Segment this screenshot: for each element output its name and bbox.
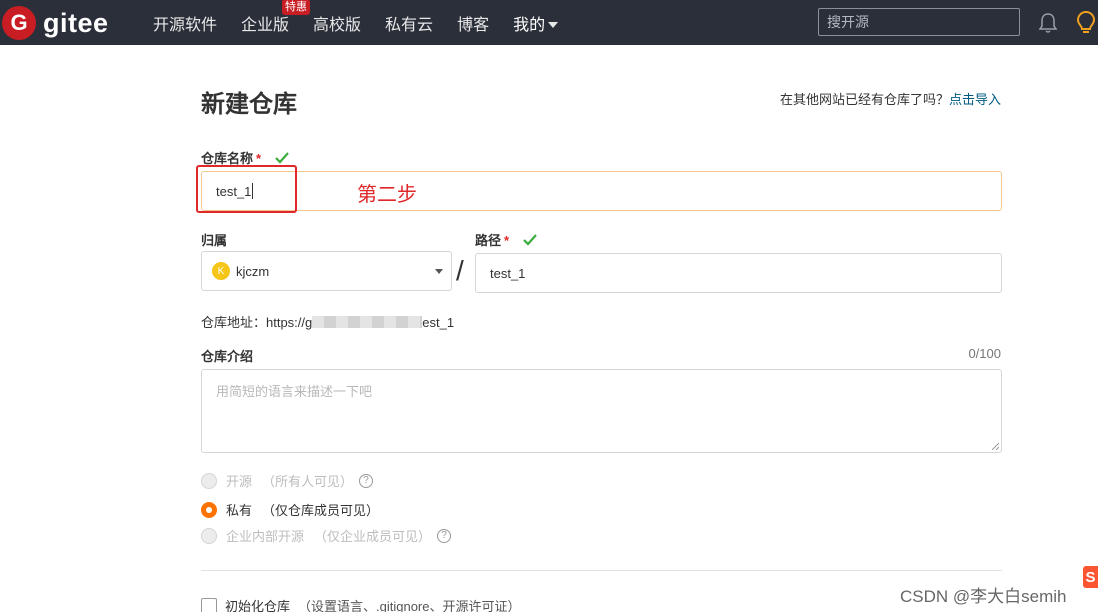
gitee-logo[interactable]: G gitee xyxy=(2,6,109,40)
nav-item-mine[interactable]: 我的 xyxy=(513,11,559,35)
repo-name-input[interactable]: test_1 xyxy=(201,171,1002,211)
visibility-option-internal[interactable]: 企业内部开源 （仅企业成员可见） ? xyxy=(201,526,452,545)
radio-internal-label: 企业内部开源 xyxy=(226,529,305,544)
nav-item-open-source[interactable]: 开源软件 xyxy=(153,11,217,35)
import-link[interactable]: 点击导入 xyxy=(949,92,1001,107)
section-divider xyxy=(201,570,1002,571)
help-icon[interactable]: ? xyxy=(437,528,452,543)
search-input[interactable] xyxy=(818,8,1020,36)
nav-item-mine-label: 我的 xyxy=(513,16,546,34)
chevron-down-icon xyxy=(435,269,443,274)
path-label: 路径 * xyxy=(475,230,537,249)
radio-internal[interactable] xyxy=(201,527,217,544)
page-title: 新建仓库 xyxy=(201,91,297,118)
redacted-block xyxy=(312,316,423,328)
required-mark: * xyxy=(504,233,510,248)
csdn-watermark: CSDN @李大白semih xyxy=(900,587,1067,606)
radio-private-sub: （仅仓库成员可见） xyxy=(262,503,380,518)
radio-private-label: 私有 xyxy=(226,503,253,518)
help-icon[interactable]: ? xyxy=(359,473,374,488)
path-label-text: 路径 xyxy=(475,233,502,248)
bell-icon[interactable] xyxy=(1038,12,1058,34)
radio-public-label: 开源 xyxy=(226,474,253,489)
init-repo-sub: （设置语言、.gitignore、开源许可证） xyxy=(298,599,521,612)
nav-item-blog[interactable]: 博客 xyxy=(457,11,489,35)
radio-private[interactable] xyxy=(201,501,217,518)
resize-handle-icon[interactable] xyxy=(991,442,999,450)
import-hint: 在其他网站已经有仓库了吗？点击导入 xyxy=(780,89,1001,108)
repo-address-prefix: 仓库地址：https://g xyxy=(201,315,313,330)
repo-address-suffix: est_1 xyxy=(422,315,455,330)
nav-item-enterprise[interactable]: 企业版 特惠 xyxy=(241,0,311,35)
intro-counter: 0/100 xyxy=(968,346,1001,361)
visibility-option-public[interactable]: 开源 （所有人可见） ? xyxy=(201,471,374,490)
repo-address: 仓库地址：https://g est_1 xyxy=(201,312,454,331)
radio-public[interactable] xyxy=(201,472,217,489)
required-mark: * xyxy=(256,151,262,166)
path-input[interactable]: test_1 xyxy=(475,253,1002,293)
nav-item-private-cloud[interactable]: 私有云 xyxy=(385,11,433,35)
path-value: test_1 xyxy=(490,265,526,281)
gitee-logo-icon: G xyxy=(2,6,36,40)
logo-text: gitee xyxy=(43,7,109,38)
intro-label: 仓库介绍 xyxy=(201,349,254,364)
annotation-step-label: 第二步 xyxy=(357,184,417,206)
nav-item-education[interactable]: 高校版 xyxy=(313,11,361,35)
annotation-highlight-box xyxy=(196,165,297,213)
avatar: K xyxy=(212,262,230,280)
visibility-option-private[interactable]: 私有 （仅仓库成员可见） xyxy=(201,500,379,519)
import-hint-text: 在其他网站已经有仓库了吗？ xyxy=(779,92,949,107)
path-separator: / xyxy=(456,255,464,286)
top-navbar: G gitee 开源软件 企业版 特惠 高校版 私有云 博客 我的 xyxy=(0,0,1098,45)
chevron-down-icon xyxy=(548,22,559,29)
nav-item-enterprise-label: 企业版 xyxy=(241,16,290,34)
intro-textarea[interactable]: 用简短的语言来描述一下吧 xyxy=(201,369,1002,453)
promo-badge: 特惠 xyxy=(282,0,311,15)
csdn-logo-icon: S xyxy=(1083,566,1098,588)
owner-select[interactable]: K kjczm xyxy=(201,251,452,291)
init-repo-option[interactable]: 初始化仓库 （设置语言、.gitignore、开源许可证） xyxy=(201,596,521,612)
owner-value: kjczm xyxy=(236,263,270,279)
radio-public-sub: （所有人可见） xyxy=(262,474,354,489)
init-repo-checkbox[interactable] xyxy=(201,597,217,612)
check-icon xyxy=(275,152,289,164)
main-nav: 开源软件 企业版 特惠 高校版 私有云 博客 我的 xyxy=(153,0,582,45)
intro-placeholder: 用简短的语言来描述一下吧 xyxy=(216,384,373,399)
lightbulb-icon[interactable] xyxy=(1075,10,1097,36)
check-icon xyxy=(523,234,537,246)
repo-name-label-text: 仓库名称 xyxy=(201,151,254,166)
owner-label: 归属 xyxy=(201,233,228,248)
init-repo-label: 初始化仓库 xyxy=(225,599,291,612)
radio-internal-sub: （仅企业成员可见） xyxy=(314,529,432,544)
